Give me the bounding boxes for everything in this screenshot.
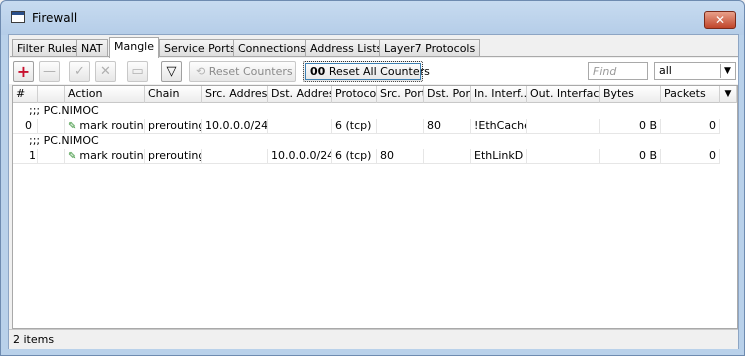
rule-protocol: 6 (tcp) [332,119,377,134]
toolbar: + — ✓ ✕ ▭ ▽ ⟲ Reset Counters 00 Reset Al… [9,58,738,84]
tab-connections[interactable]: Connections [233,39,311,57]
filter-select[interactable]: all ▼ [654,62,736,80]
title-bar[interactable]: Firewall ✕ [1,1,744,35]
rule-src-address: 10.0.0.0/24 [202,119,268,134]
rule-number: 1 [13,149,38,164]
rules-table: # Action Chain Src. Address Dst. Address… [12,85,738,329]
col-src-address[interactable]: Src. Address [202,86,268,103]
column-menu-icon[interactable]: ▼ [720,86,737,103]
rule-action-label: mark routing [79,149,145,162]
rule-packets: 0 [661,119,720,134]
rule-src-address [202,149,268,164]
rule-number: 0 [13,119,38,134]
comment-row[interactable]: ;;; PC.NIMOC [13,134,737,149]
disable-button[interactable]: ✕ [95,61,116,82]
rule-out-interface [527,119,600,134]
rule-chain: prerouting [145,119,202,134]
reset-all-counters-label: Reset All Counters [328,65,430,78]
comment-row[interactable]: ;;; PC.NIMOC [13,104,737,119]
rule-packets: 0 [661,149,720,164]
close-button[interactable]: ✕ [704,11,736,29]
tab-layer7-protocols[interactable]: Layer7 Protocols [379,39,481,57]
remove-button[interactable]: — [39,61,60,82]
reset-counters-button[interactable]: ⟲ Reset Counters [189,61,296,82]
rule-dst-port [424,149,471,164]
tab-mangle[interactable]: Mangle [109,37,160,58]
col-protocol[interactable]: Protocol [332,86,377,103]
rule-bytes: 0 B [600,119,661,134]
rule-out-interface [527,149,600,164]
table-row[interactable]: 0 ✎ mark routing prerouting 10.0.0.0/24 6… [13,119,737,134]
table-header: # Action Chain Src. Address Dst. Address… [13,86,737,103]
rule-action: ✎ mark routing [65,149,145,164]
tab-address-lists[interactable]: Address Lists [305,39,388,57]
rule-in-interface: !EthCache [471,119,527,134]
rule-dst-port: 80 [424,119,471,134]
rule-bytes: 0 B [600,149,661,164]
col-src-port[interactable]: Src. Port [377,86,424,103]
tab-service-ports[interactable]: Service Ports [159,39,241,57]
pencil-icon: ✎ [68,121,77,132]
window-title: Firewall [32,11,78,25]
enable-button[interactable]: ✓ [69,61,90,82]
col-bytes[interactable]: Bytes [600,86,661,103]
filter-select-value: all [659,64,672,77]
col-packets[interactable]: Packets [661,86,720,103]
comment-button[interactable]: ▭ [127,61,148,82]
find-input[interactable] [588,62,648,80]
rule-protocol: 6 (tcp) [332,149,377,164]
reset-counters-icon: ⟲ [196,65,209,78]
window-icon [11,11,25,23]
pencil-icon: ✎ [68,151,77,162]
rule-dst-address: 10.0.0.0/24 [268,149,332,164]
status-bar: 2 items [9,329,738,349]
item-count: 2 items [13,333,55,346]
rule-chain: prerouting [145,149,202,164]
col-action[interactable]: Action [65,86,145,103]
rule-in-interface: EthLinkD [471,149,527,164]
rule-dst-address [268,119,332,134]
col-dst-port[interactable]: Dst. Port [424,86,471,103]
rule-src-port [377,119,424,134]
tab-filter-rules[interactable]: Filter Rules [12,39,83,57]
col-number[interactable]: # [13,86,38,103]
rule-action-label: mark routing [79,119,145,132]
window-client: Filter Rules NAT Mangle Service Ports Co… [8,34,739,349]
reset-counters-label: Reset Counters [208,65,293,78]
rule-flags [38,119,65,134]
rule-comment: ;;; PC.NIMOC [29,104,99,117]
col-flags[interactable] [38,86,65,103]
reset-all-counters-button[interactable]: 00 Reset All Counters [303,61,430,82]
col-chain[interactable]: Chain [145,86,202,103]
rule-action: ✎ mark routing [65,119,145,134]
filter-button[interactable]: ▽ [161,61,182,82]
tab-nat[interactable]: NAT [76,39,108,57]
col-dst-address[interactable]: Dst. Address [268,86,332,103]
chevron-down-icon[interactable]: ▼ [720,64,734,78]
col-out-interface[interactable]: Out. Interface [527,86,600,103]
reset-all-counters-icon: 00 [310,65,326,78]
add-button[interactable]: + [13,61,34,82]
rule-flags [38,149,65,164]
firewall-window: Firewall ✕ Filter Rules NAT Mangle Servi… [0,0,745,356]
col-in-interface[interactable]: In. Interf... [471,86,527,103]
rule-comment: ;;; PC.NIMOC [29,134,99,147]
table-row[interactable]: 1 ✎ mark routing prerouting 10.0.0.0/24 6… [13,149,737,164]
rule-src-port: 80 [377,149,424,164]
